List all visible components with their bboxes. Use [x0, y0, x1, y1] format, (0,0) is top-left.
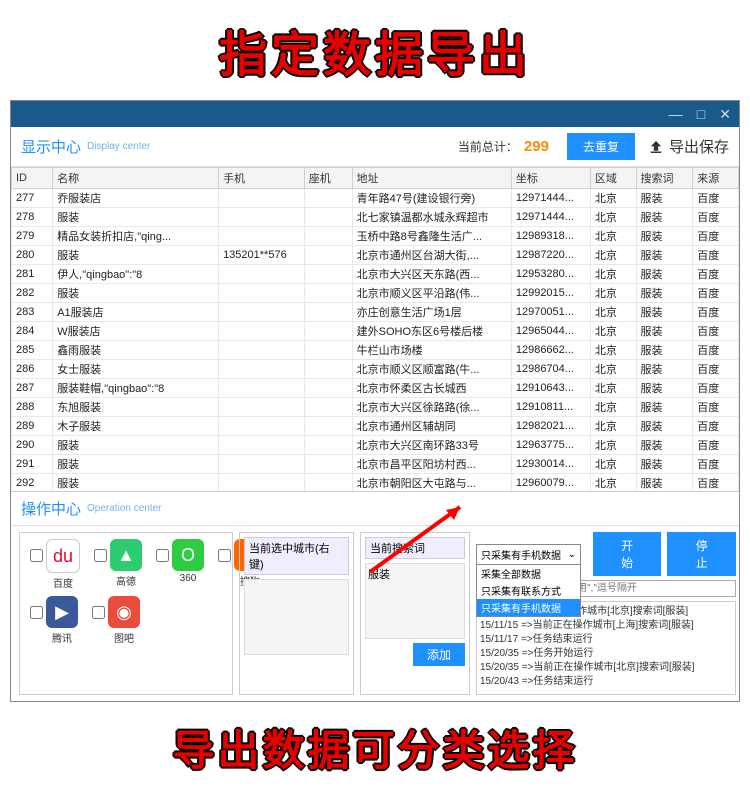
export-label: 导出保存	[669, 136, 729, 157]
close-icon[interactable]: ✕	[719, 106, 731, 123]
display-title: 显示中心	[21, 136, 81, 157]
dropdown-options[interactable]: 采集全部数据只采集有联系方式只采集有手机数据	[476, 564, 581, 617]
search-keyword-title: 当前搜索词	[365, 537, 465, 559]
start-button[interactable]: 开始	[593, 532, 662, 576]
op-title: 操作中心	[21, 498, 81, 519]
table-row[interactable]: 280服装135201**576北京市通州区台湖大街,...12987220..…	[12, 246, 739, 265]
source-百度[interactable]: du百度	[46, 539, 80, 590]
col-header[interactable]: 坐标	[511, 168, 590, 189]
source-icon: ▲	[110, 539, 142, 571]
table-row[interactable]: 288东旭服装北京市大兴区徐路路(徐...12910811...北京服装百度	[12, 398, 739, 417]
source-高德[interactable]: ▲高德	[110, 539, 142, 588]
source-图吧[interactable]: ◉图吧	[108, 596, 140, 645]
source-checkbox[interactable]	[156, 549, 169, 562]
col-header[interactable]: 地址	[352, 168, 511, 189]
source-icon: ◉	[108, 596, 140, 628]
maximize-icon[interactable]: □	[697, 106, 705, 122]
table-row[interactable]: 281伊人,"qingbao":"8北京市大兴区天东路(西...12953280…	[12, 265, 739, 284]
source-360[interactable]: O360	[172, 539, 204, 584]
log-line: 15/20/43 =>任务结束运行	[480, 675, 732, 689]
col-header[interactable]: 搜索词	[636, 168, 693, 189]
operation-center-header: 操作中心 Operation center	[11, 492, 739, 526]
total-label: 当前总计：	[458, 138, 518, 155]
banner-bottom: 导出数据可分类选择	[0, 702, 750, 793]
operation-center: du百度▲高德O360S搜狗 ▶腾讯◉图吧 当前选中城市(右键) 当前搜索词 服…	[11, 526, 739, 701]
stop-button[interactable]: 停止	[667, 532, 736, 576]
table-row[interactable]: 278服装北七家镇温都水城永辉超市12971444...北京服装百度	[12, 208, 739, 227]
export-save-button[interactable]: 导出保存	[647, 136, 729, 157]
table-row[interactable]: 291服装北京市昌平区阳坊村西...12930014...北京服装百度	[12, 455, 739, 474]
source-icon: O	[172, 539, 204, 571]
source-checkbox[interactable]	[218, 549, 231, 562]
log-line: 15/11/15 =>当前正在操作城市[上海]搜索词[服装]	[480, 619, 732, 633]
selected-city-title: 当前选中城市(右键)	[244, 537, 349, 575]
source-icon: du	[46, 539, 80, 573]
source-checkbox[interactable]	[30, 549, 43, 562]
source-icon: ▶	[46, 596, 78, 628]
selected-city-list[interactable]	[244, 579, 349, 655]
col-header[interactable]: ID	[12, 168, 53, 189]
log-line: 15/20/35 =>任务开始运行	[480, 647, 732, 661]
source-checkbox[interactable]	[94, 549, 107, 562]
op-subtitle: Operation center	[87, 503, 162, 514]
banner-top: 指定数据导出	[0, 0, 750, 100]
table-row[interactable]: 289木子服装北京市通州区辅胡同12982021...北京服装百度	[12, 417, 739, 436]
table-row[interactable]: 282服装北京市顺义区平沿路(伟...12992015...北京服装百度	[12, 284, 739, 303]
source-腾讯[interactable]: ▶腾讯	[46, 596, 78, 645]
display-center-header: 显示中心 Display center 当前总计： 299 去重复 导出保存	[11, 127, 739, 167]
table-row[interactable]: 292服装北京市朝阳区大屯路与...12960079...北京服装百度	[12, 474, 739, 493]
col-header[interactable]: 区域	[590, 168, 636, 189]
dropdown-option[interactable]: 只采集有手机数据	[477, 599, 580, 616]
search-keyword-list[interactable]: 服装	[365, 563, 465, 639]
total-count: 299	[524, 138, 549, 155]
table-row[interactable]: 279精品女装折扣店,"qing...玉桥中路8号鑫隆生活广...1298931…	[12, 227, 739, 246]
dropdown-selected: 只采集有手机数据	[481, 547, 561, 562]
dedupe-button[interactable]: 去重复	[567, 133, 635, 160]
table-row[interactable]: 290服装北京市大兴区南环路33号12963775...北京服装百度	[12, 436, 739, 455]
col-header[interactable]: 手机	[219, 168, 305, 189]
dropdown-option[interactable]: 只采集有联系方式	[477, 582, 580, 599]
export-icon	[647, 138, 665, 156]
data-table[interactable]: ID名称手机座机地址坐标区域搜索词来源 277乔服装店青年路47号(建设银行旁)…	[11, 167, 739, 492]
collection-mode-dropdown[interactable]: 只采集有手机数据⌄ 采集全部数据只采集有联系方式只采集有手机数据	[476, 544, 581, 565]
display-subtitle: Display center	[87, 141, 150, 152]
col-header[interactable]: 来源	[693, 168, 739, 189]
search-keyword-group: 当前搜索词 服装 添加	[360, 532, 470, 695]
table-row[interactable]: 284W服装店建外SOHO东区6号楼后楼12965044...北京服装百度	[12, 322, 739, 341]
app-window: — □ ✕ 显示中心 Display center 当前总计： 299 去重复 …	[10, 100, 740, 702]
table-row[interactable]: 277乔服装店青年路47号(建设银行旁)12971444...北京服装百度	[12, 189, 739, 208]
keyword-item[interactable]: 服装	[368, 566, 462, 582]
selected-city-group: 当前选中城市(右键)	[239, 532, 354, 695]
table-row[interactable]: 286女士服装北京市顺义区顺富路(牛...12986704...北京服装百度	[12, 360, 739, 379]
map-sources: du百度▲高德O360S搜狗 ▶腾讯◉图吧	[19, 532, 233, 695]
col-header[interactable]: 座机	[304, 168, 352, 189]
titlebar: — □ ✕	[11, 101, 739, 127]
table-row[interactable]: 283A1服装店亦庄创意生活广场1层12970051...北京服装百度	[12, 303, 739, 322]
dropdown-option[interactable]: 采集全部数据	[477, 565, 580, 582]
minimize-icon[interactable]: —	[669, 106, 683, 122]
table-row[interactable]: 287服装鞋帽,"qingbao":"8北京市怀柔区古长城西12910643..…	[12, 379, 739, 398]
source-checkbox[interactable]	[30, 606, 43, 619]
log-line: 15/11/17 =>任务结束运行	[480, 633, 732, 647]
table-row[interactable]: 285鑫雨服装牛栏山市场楼12986662...北京服装百度	[12, 341, 739, 360]
source-checkbox[interactable]	[92, 606, 105, 619]
col-header[interactable]: 名称	[53, 168, 219, 189]
log-line: 15/20/35 =>当前正在操作城市[北京]搜索词[服装]	[480, 661, 732, 675]
chevron-down-icon: ⌄	[567, 549, 575, 560]
add-keyword-button[interactable]: 添加	[413, 643, 465, 666]
